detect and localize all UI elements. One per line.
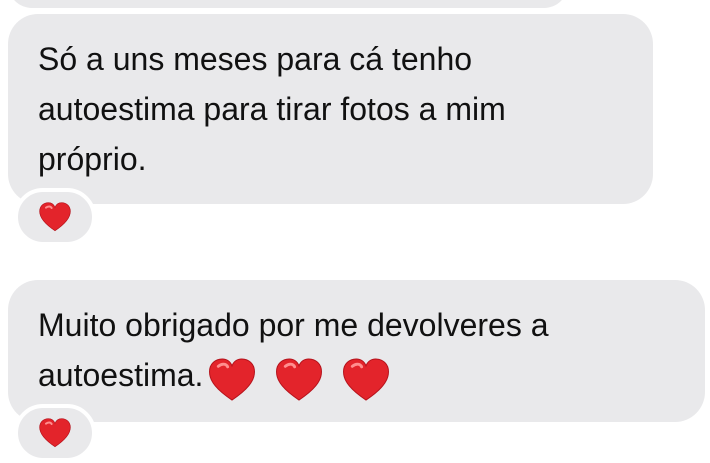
message-bubble[interactable]: Muito obrigado por me devolveres a autoe… [8,280,705,422]
message-bubble[interactable]: Só a uns meses para cá tenho autoestima … [8,14,653,204]
message-text-line: autoestima para tirar fotos a mim [38,91,506,127]
message-text-line: autoestima. [38,350,687,403]
message-text-line: Muito obrigado por me devolveres a [38,307,549,343]
inline-hearts [205,353,397,403]
message-text-line: próprio. [38,141,147,177]
red-heart-icon [276,358,323,401]
message-text-line: Só a uns meses para cá tenho [38,41,473,77]
heart-reaction[interactable] [14,188,96,246]
red-heart-icon [209,358,256,401]
red-heart-icon [343,358,390,401]
message-text-segment: autoestima. [38,357,204,393]
previous-message-bubble-edge [8,0,568,8]
red-heart-icon [39,418,71,448]
heart-reaction[interactable] [14,404,96,462]
red-heart-icon [39,202,71,232]
